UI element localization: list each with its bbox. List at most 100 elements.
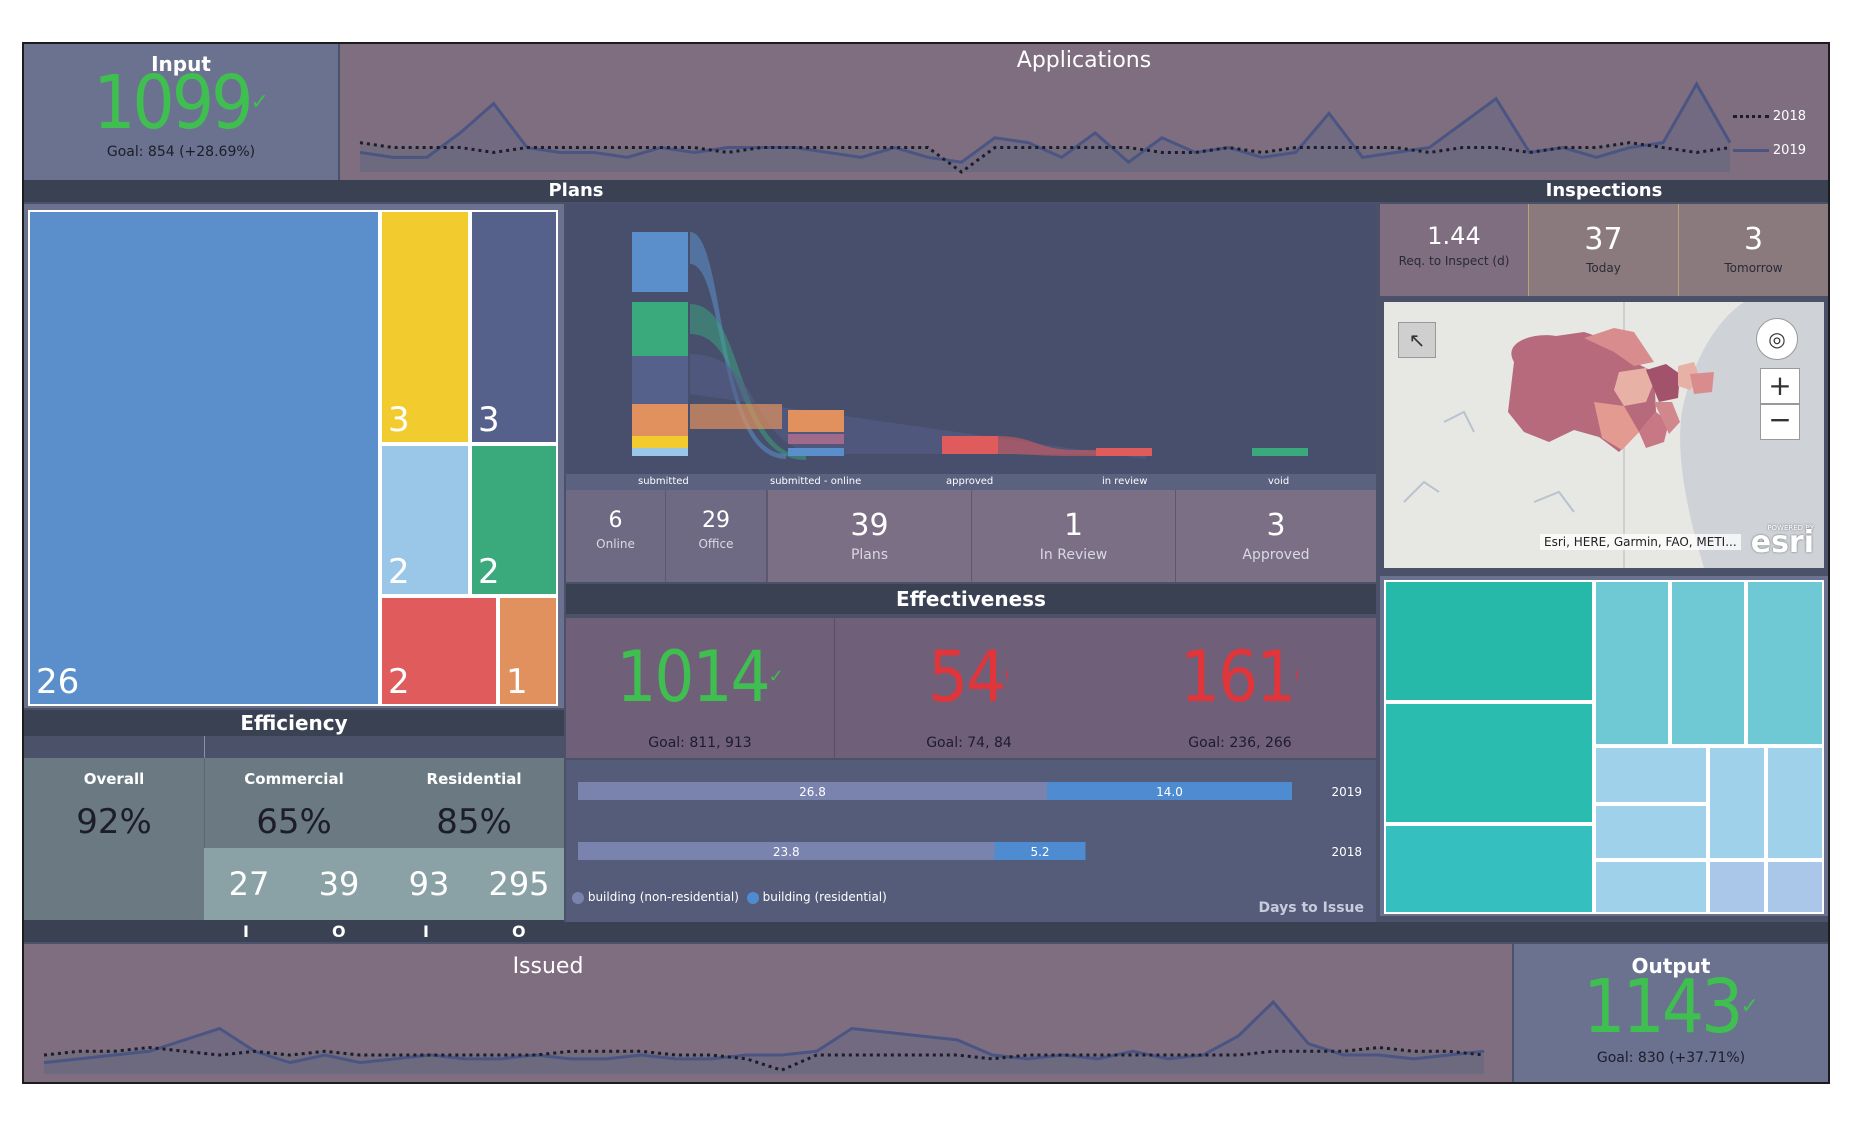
efficiency-residential: Residential 85%: [426, 770, 522, 842]
map-attribution: Esri, HERE, Garmin, FAO, METI...: [1540, 534, 1741, 550]
inspections-treemap: [1380, 576, 1828, 916]
efficiency-subheader: [24, 736, 564, 758]
alert-icon: !: [1004, 669, 1010, 685]
treemap-cell[interactable]: [1594, 746, 1708, 804]
io-row-right: [564, 922, 1828, 942]
output-goal: Goal: 830 (+37.71%): [1596, 1050, 1746, 1066]
locate-button[interactable]: ◎: [1756, 318, 1798, 360]
io-label: I: [243, 922, 249, 941]
treemap-cell[interactable]: [1766, 746, 1824, 860]
treemap-cell[interactable]: [1594, 860, 1708, 914]
flow-node: [1096, 448, 1152, 456]
alert-icon: !: [1294, 669, 1300, 685]
treemap-cell[interactable]: 2: [380, 444, 470, 596]
locate-icon: ◎: [1768, 327, 1786, 351]
treemap-cell[interactable]: [1594, 580, 1670, 746]
stage-label: approved: [946, 476, 994, 487]
bar-value-label: 5.2: [1030, 845, 1049, 859]
flow-node: [632, 448, 688, 456]
plans-treemap: 26 3 3 2 2 2 1: [24, 204, 564, 708]
inspections-header: Inspections: [1380, 180, 1828, 202]
select-pointer-button[interactable]: ↖: [1398, 322, 1436, 358]
check-icon: ✓: [1740, 994, 1759, 1019]
output-panel: Output 1143✓ Goal: 830 (+37.71%): [1514, 944, 1828, 1082]
inspect-card-today: 37 Today: [1528, 204, 1678, 296]
efficiency-overall: Overall 92%: [24, 758, 205, 920]
io-label: I: [423, 922, 429, 941]
treemap-cell[interactable]: [1384, 824, 1594, 914]
stage-label: submitted: [638, 476, 689, 487]
pointer-icon: ↖: [1408, 328, 1426, 352]
days-to-issue-panel: 26.8 14.0 2019 23.8 5.2 2018 building (non-re…: [566, 760, 1376, 922]
treemap-cell[interactable]: [1708, 860, 1766, 914]
plans-header: Plans: [24, 180, 1128, 202]
treemap-cell[interactable]: [1766, 860, 1824, 914]
input-panel: Input 1099✓ Goal: 854 (+28.69%): [24, 44, 338, 180]
flow-node: [1252, 448, 1308, 456]
treemap-cell[interactable]: [1670, 580, 1746, 746]
inspections-map[interactable]: ↖ ◎ + − Esri, HERE, Garmin, FAO, METI...…: [1384, 302, 1824, 568]
treemap-cell[interactable]: 1: [498, 596, 558, 706]
flow-node: [632, 302, 688, 356]
flow-node: [632, 356, 688, 404]
efficiency-panel: Overall 92% Commercial 65% Residential 8…: [24, 758, 564, 920]
bar-value-label: 26.8: [799, 785, 826, 799]
stat-card-plans: 39 Plans: [768, 490, 972, 582]
header-spacer: [1128, 180, 1380, 202]
treemap-cell[interactable]: [1384, 702, 1594, 824]
effectiveness-header: Effectiveness: [566, 584, 1376, 614]
eff-kpi-3: 161! Goal: 236, 266: [1180, 636, 1300, 751]
inspect-card-tomorrow: 3 Tomorrow: [1678, 204, 1828, 296]
io-label: O: [512, 922, 526, 941]
stage-label: in review: [1102, 476, 1148, 487]
flow-node: [632, 232, 688, 292]
zoom-in-button[interactable]: +: [1760, 368, 1800, 404]
inspect-card-req: 1.44 Req. to Inspect (d): [1380, 204, 1528, 296]
effectiveness-kpis: 1014✓ Goal: 811, 913 54! Goal: 74, 84 16…: [566, 618, 1376, 758]
treemap-cell[interactable]: [1708, 746, 1766, 860]
bar-value-label: 14.0: [1156, 785, 1183, 799]
eff-kpi-2: 54! Goal: 74, 84: [926, 636, 1012, 751]
stat-card-approved: 3 Approved: [1242, 508, 1310, 563]
plus-icon: +: [1768, 369, 1792, 402]
treemap-cell[interactable]: 2: [470, 444, 558, 596]
stat-card-online: 6 Online: [566, 490, 666, 582]
treemap-cell[interactable]: [1746, 580, 1824, 746]
efficiency-header: Efficiency: [24, 710, 564, 736]
legend-dot: [746, 891, 759, 904]
stat-card-in-review: 1 In Review: [972, 490, 1176, 582]
eff-kpi-1: 1014✓ Goal: 811, 913: [566, 618, 835, 758]
flow-node: [788, 410, 844, 432]
check-icon: ✓: [250, 90, 269, 115]
treemap-cell[interactable]: 26: [28, 210, 380, 706]
flow-node: [632, 436, 688, 448]
treemap-cell[interactable]: 3: [470, 210, 558, 444]
minus-icon: −: [1768, 403, 1792, 436]
check-icon: ✓: [768, 666, 784, 687]
flow-band: [690, 404, 782, 429]
zoom-out-button[interactable]: −: [1760, 404, 1800, 440]
issued-panel: Issued: [24, 944, 1512, 1082]
treemap-cell[interactable]: 3: [380, 210, 470, 444]
plans-flow-chart: [632, 232, 1308, 460]
stat-card-office: 29 Office: [666, 490, 768, 582]
flow-node: [788, 448, 844, 456]
io-row: I O I O: [24, 920, 564, 942]
esri-logo: POWERED BY esri: [1750, 524, 1814, 560]
bar-category-label: 2019: [1331, 785, 1362, 799]
stage-label: void: [1268, 476, 1290, 487]
efficiency-count: 27: [204, 848, 295, 920]
treemap-cell[interactable]: [1384, 580, 1594, 702]
efficiency-count: 93: [384, 848, 475, 920]
plans-flow-panel: [566, 204, 1376, 474]
days-to-issue-label: Days to Issue: [1258, 900, 1365, 916]
treemap-cell[interactable]: 2: [380, 596, 498, 706]
flow-node: [632, 404, 688, 436]
flow-node: [788, 434, 844, 444]
legend-item-2019: 2019: [1732, 134, 1806, 168]
plans-stage-labels: submitted submitted - online approved in…: [566, 474, 1376, 490]
efficiency-count: 39: [294, 848, 385, 920]
flow-node: [942, 436, 998, 454]
stage-label: submitted - online: [770, 476, 862, 487]
treemap-cell[interactable]: [1594, 804, 1708, 860]
